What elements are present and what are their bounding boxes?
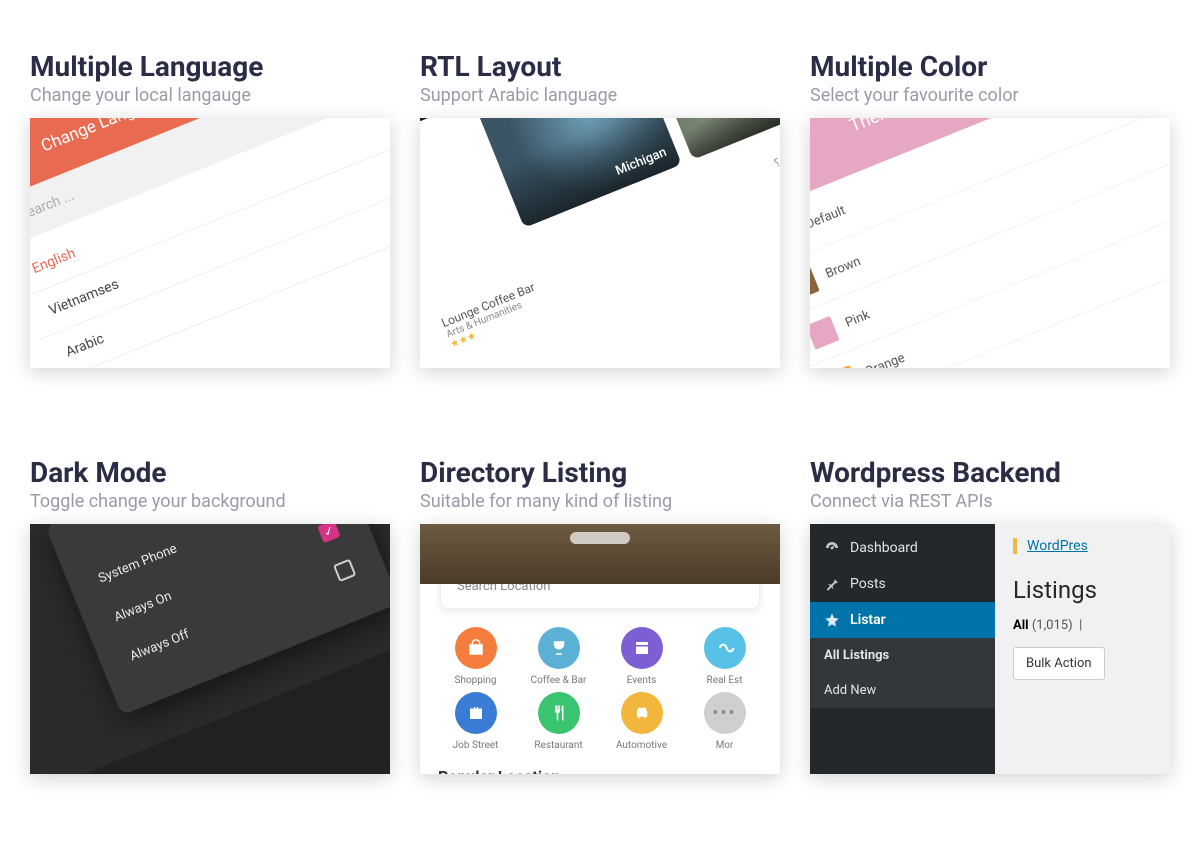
bulk-actions-select[interactable]: Bulk Action (1013, 647, 1105, 680)
star-icon (824, 612, 840, 628)
gauge-icon (824, 540, 840, 556)
card-title: Dark Mode (30, 456, 390, 489)
card-subtitle: Connect via REST APIs (810, 491, 1170, 512)
option-label: Always Off (128, 627, 192, 664)
card-subtitle: Support Arabic language (420, 85, 780, 106)
theme-label: Orange (863, 350, 907, 368)
briefcase-icon (455, 692, 497, 734)
category-item[interactable]: Job Street (436, 692, 515, 751)
card-title: Multiple Color (810, 50, 1170, 83)
shopping-bag-icon (455, 627, 497, 669)
category-label: Restaurant (534, 740, 582, 751)
filter-links[interactable]: All (1,015) | (1013, 618, 1170, 633)
category-item[interactable]: Automotive (602, 692, 681, 751)
sidebar-subitem-all-listings[interactable]: All Listings (810, 638, 995, 673)
screenshot-dark: Font Version Dark Mode System Phone Alwa… (30, 524, 390, 774)
menu-label: Posts (850, 576, 886, 592)
filter-all[interactable]: All (1013, 618, 1029, 633)
feature-card-wordpress: Wordpress Backend Connect via REST APIs … (810, 456, 1170, 822)
infinity-icon (704, 627, 746, 669)
calendar-icon (621, 627, 663, 669)
swatch-icon (826, 365, 860, 368)
page-title: Listings (1013, 576, 1170, 604)
card-title: Directory Listing (420, 456, 780, 489)
card-subtitle: Toggle change your background (30, 491, 390, 512)
screenshot-color: Theme Default Brown Pink (810, 118, 1170, 368)
card-subtitle: Suitable for many kind of listing (420, 491, 780, 512)
category-label: Real Est (707, 675, 743, 686)
car-icon (621, 692, 663, 734)
category-label: Job Street (453, 740, 499, 751)
feature-card-directory: Directory Listing Suitable for many kind… (420, 456, 780, 822)
category-item[interactable]: Real Est (685, 627, 764, 686)
category-item[interactable]: Coffee & Bar (519, 627, 598, 686)
card-subtitle: Select your favourite color (810, 85, 1170, 106)
sidebar-subitem-add-new[interactable]: Add New (810, 673, 995, 708)
notice-link[interactable]: WordPres (1027, 538, 1088, 554)
category-label: Events (627, 675, 657, 686)
feature-card-dark: Dark Mode Toggle change your background … (30, 456, 390, 822)
card-title: Multiple Language (30, 50, 390, 83)
card-title: RTL Layout (420, 50, 780, 83)
menu-label: Listar (850, 612, 886, 628)
screenshot-directory: Search Location Shopping Coffee & Bar (420, 524, 780, 774)
swatch-icon (810, 267, 820, 301)
card-subtitle: Change your local langauge (30, 85, 390, 106)
checkbox-icon[interactable] (333, 559, 356, 582)
more-icon: ••• (704, 692, 746, 734)
category-label: Automotive (616, 740, 667, 751)
feature-card-language: Multiple Language Change your local lang… (30, 50, 390, 416)
menu-label: Dashboard (850, 540, 918, 556)
category-item[interactable]: Restaurant (519, 692, 598, 751)
theme-label: Pink (843, 307, 872, 330)
checkbox-checked-icon[interactable]: ✓ (317, 524, 340, 543)
screenshot-wordpress: Dashboard Posts Listar All Listings Add … (810, 524, 1170, 774)
theme-label: Brown (823, 254, 863, 282)
sidebar-item-dashboard[interactable]: Dashboard (810, 530, 995, 566)
location-label: Michigan (614, 145, 669, 179)
filter-count: (1,015) (1032, 618, 1073, 633)
card-title: Wordpress Backend (810, 456, 1170, 489)
section-title: Popular Location (438, 767, 762, 774)
screenshot-language: ‹ Change Language Search ... English Vie… (30, 118, 390, 368)
sidebar-item-listar[interactable]: Listar (810, 602, 995, 638)
category-label: Mor (716, 740, 734, 751)
feature-card-rtl: RTL Layout Support Arabic language Stree… (420, 50, 780, 416)
category-label: Shopping (455, 675, 497, 686)
category-label: Coffee & Bar (531, 675, 587, 686)
swatch-icon (810, 316, 840, 350)
theme-label: Default (810, 203, 848, 232)
wp-admin-main: WordPres Listings All (1,015) | Bulk Act… (995, 524, 1170, 774)
sidebar-item-posts[interactable]: Posts (810, 566, 995, 602)
pin-icon (824, 576, 840, 592)
wp-admin-sidebar: Dashboard Posts Listar All Listings Add … (810, 524, 995, 774)
feature-card-color: Multiple Color Select your favourite col… (810, 50, 1170, 416)
category-item[interactable]: Events (602, 627, 681, 686)
screenshot-rtl: Street موقع شعبي واسمحوا معرفة ما الأشيا… (420, 118, 780, 368)
utensils-icon (538, 692, 580, 734)
category-item[interactable]: Shopping (436, 627, 515, 686)
dark-mode-modal: Dark Mode System Phone Always On ✓ Alway… (45, 524, 390, 715)
cup-icon (538, 627, 580, 669)
category-item[interactable]: ••• Mor (685, 692, 764, 751)
